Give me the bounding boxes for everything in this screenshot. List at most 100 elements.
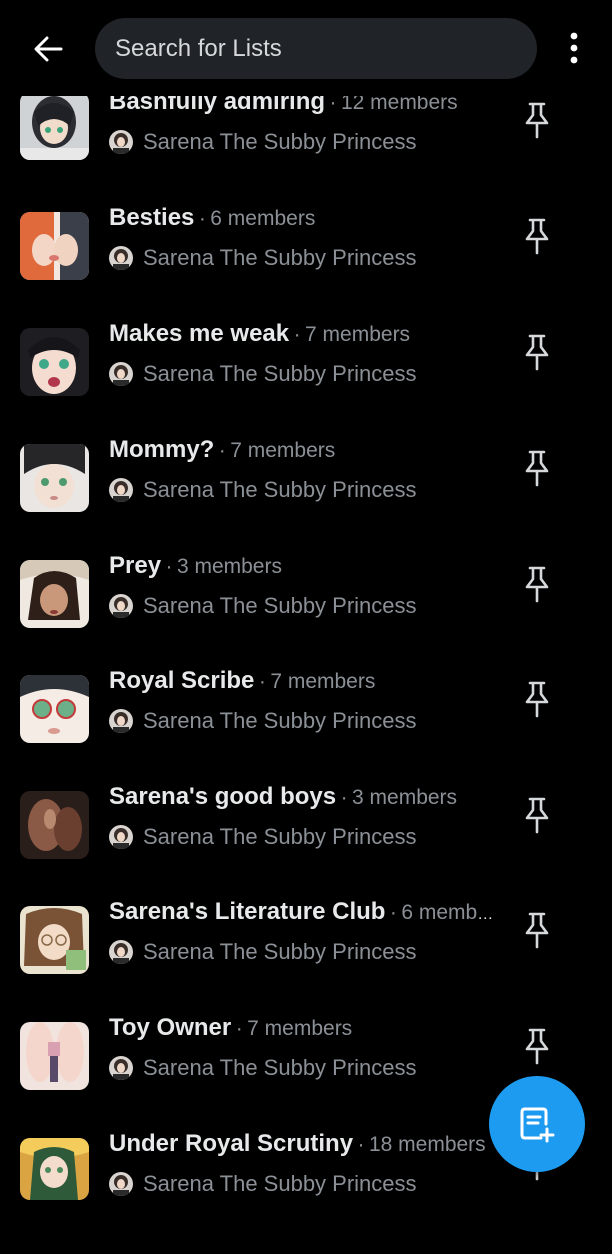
owner-name[interactable]: Sarena The Subby Princess (143, 1055, 417, 1081)
owner-name[interactable]: Sarena The Subby Princess (143, 1171, 417, 1197)
owner-avatar (109, 478, 133, 502)
owner-avatar (109, 362, 133, 386)
pin-icon (525, 566, 549, 603)
list-item[interactable]: Besties · 6 members Sarena The Subby Pri… (0, 204, 612, 328)
owner-avatar (109, 130, 133, 154)
list-thumbnail (20, 906, 89, 974)
list-thumbnail (20, 1138, 89, 1200)
list-thumbnail (20, 560, 89, 628)
search-input[interactable]: Search for Lists (95, 18, 537, 79)
owner-name[interactable]: Sarena The Subby Princess (143, 245, 417, 271)
member-count: 3 members (352, 786, 458, 809)
separator-dot: · (165, 555, 173, 578)
member-count: 3 members (176, 555, 282, 578)
list-title-line: Sarena's good boys · 3 members (109, 783, 504, 817)
pin-icon (525, 1028, 549, 1065)
list-item[interactable]: Mommy? · 7 members Sarena The Subby Prin… (0, 436, 612, 560)
pin-button[interactable] (517, 330, 557, 374)
list-title: Sarena's good boys (109, 783, 337, 810)
list-title: Toy Owner (109, 1014, 232, 1041)
owner-line: Sarena The Subby Princess (109, 1052, 417, 1084)
owner-name[interactable]: Sarena The Subby Princess (143, 129, 417, 155)
owner-avatar (109, 825, 133, 849)
owner-line: Sarena The Subby Princess (109, 705, 417, 737)
owner-line: Sarena The Subby Princess (109, 358, 417, 390)
owner-name[interactable]: Sarena The Subby Princess (143, 477, 417, 503)
list-title: Sarena's Literature Club (109, 898, 386, 925)
list-title-line: Under Royal Scrutiny · 18 members (109, 1130, 497, 1164)
list-thumbnail (20, 444, 89, 512)
separator-dot: · (357, 1133, 365, 1156)
separator-dot: · (235, 1017, 243, 1040)
owner-avatar (109, 1172, 133, 1196)
owner-name[interactable]: Sarena The Subby Princess (143, 593, 417, 619)
list-title: Besties (109, 204, 195, 231)
list-item[interactable]: Makes me weak · 7 members Sarena The Sub… (0, 320, 612, 444)
pin-icon (525, 218, 549, 255)
list-title: Under Royal Scrutiny (109, 1130, 354, 1157)
list-item[interactable]: Royal Scribe · 7 members Sarena The Subb… (0, 667, 612, 791)
pin-button[interactable] (517, 908, 557, 952)
owner-line: Sarena The Subby Princess (109, 126, 417, 158)
pin-button[interactable] (517, 562, 557, 606)
owner-name[interactable]: Sarena The Subby Princess (143, 939, 417, 965)
pin-button[interactable] (517, 98, 557, 142)
list-title: Makes me weak (109, 320, 290, 347)
separator-dot: · (198, 207, 206, 230)
pin-icon (525, 797, 549, 834)
new-list-button[interactable] (489, 1076, 585, 1172)
pin-button[interactable] (517, 214, 557, 258)
list-item[interactable]: Prey · 3 members Sarena The Subby Prince… (0, 552, 612, 676)
owner-name[interactable]: Sarena The Subby Princess (143, 708, 417, 734)
member-count: 18 members (368, 1133, 486, 1156)
list-title-line: Besties · 6 members (109, 204, 504, 238)
member-count: 7 members (247, 1017, 353, 1040)
list-title-line: Makes me weak · 7 members (109, 320, 504, 354)
owner-line: Sarena The Subby Princess (109, 242, 417, 274)
new-list-icon (520, 1107, 555, 1143)
list-thumbnail (20, 92, 89, 160)
list-item[interactable]: Sarena's good boys · 3 members Sarena Th… (0, 783, 612, 907)
pin-icon (525, 681, 549, 718)
list-thumbnail (20, 1022, 89, 1090)
list-title-line: Sarena's Literature Club · 6 members (109, 898, 494, 932)
list-item[interactable]: Sarena's Literature Club · 6 members Sar… (0, 898, 612, 1022)
more-options-button[interactable] (556, 28, 592, 68)
list-thumbnail (20, 328, 89, 396)
pin-button[interactable] (517, 677, 557, 721)
owner-name[interactable]: Sarena The Subby Princess (143, 361, 417, 387)
member-count: 6 members (210, 207, 316, 230)
member-count: 7 members (230, 439, 336, 462)
arrow-left-icon (34, 36, 63, 62)
owner-line: Sarena The Subby Princess (109, 1168, 417, 1200)
owner-avatar (109, 940, 133, 964)
owner-avatar (109, 709, 133, 733)
list-thumbnail (20, 791, 89, 859)
list-thumbnail (20, 675, 89, 743)
owner-line: Sarena The Subby Princess (109, 474, 417, 506)
pin-button[interactable] (517, 1024, 557, 1068)
owner-name[interactable]: Sarena The Subby Princess (143, 824, 417, 850)
pin-icon (525, 334, 549, 371)
list-title-line: Royal Scribe · 7 members (109, 667, 504, 701)
separator-dot: · (389, 901, 397, 924)
owner-avatar (109, 594, 133, 618)
search-placeholder: Search for Lists (115, 34, 282, 62)
list-title: Mommy? (109, 436, 215, 463)
top-app-bar: Search for Lists (0, 0, 612, 96)
member-count: 7 members (270, 670, 376, 693)
list-title: Royal Scribe (109, 667, 255, 694)
pin-icon (525, 450, 549, 487)
owner-line: Sarena The Subby Princess (109, 590, 417, 622)
back-button[interactable] (26, 29, 70, 69)
member-count: 6 members (401, 901, 494, 924)
pin-button[interactable] (517, 446, 557, 490)
owner-line: Sarena The Subby Princess (109, 936, 417, 968)
separator-dot: · (340, 786, 348, 809)
pin-icon (525, 102, 549, 139)
pin-icon (525, 912, 549, 949)
pin-button[interactable] (517, 793, 557, 837)
separator-dot: · (218, 439, 226, 462)
owner-avatar (109, 246, 133, 270)
list-item[interactable]: Bashfully admiring · 12 members Sarena T… (0, 88, 612, 212)
